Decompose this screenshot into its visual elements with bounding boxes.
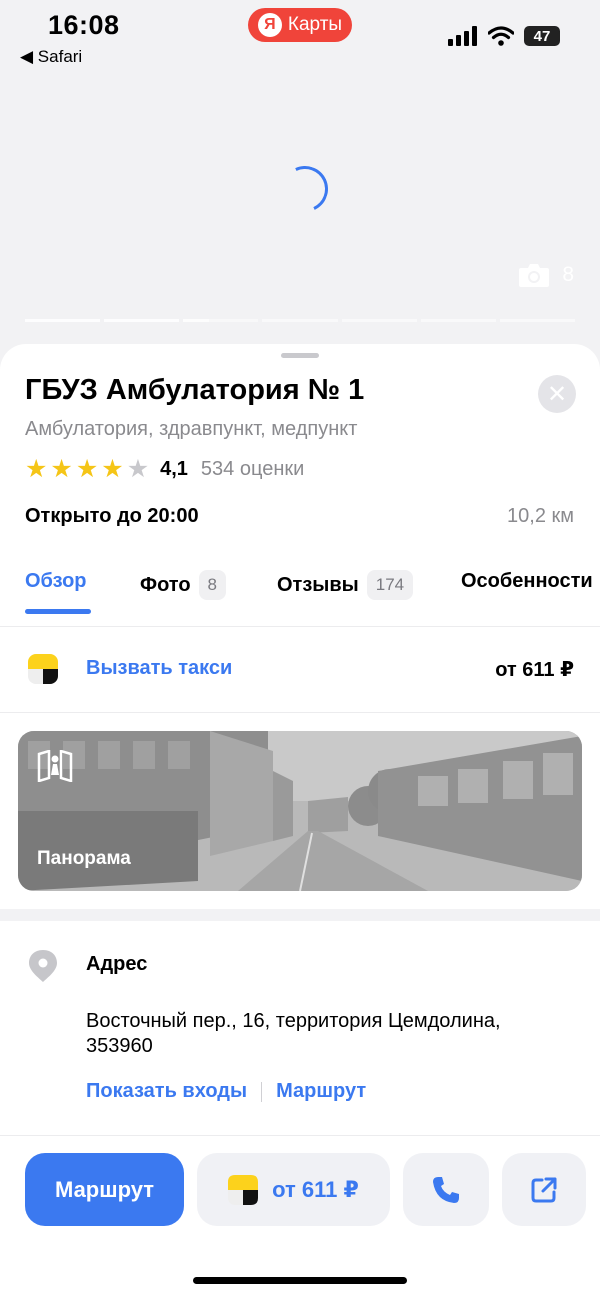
address-text[interactable]: Восточный пер., 16, территория Цемдолина… bbox=[86, 1009, 566, 1059]
rating-row[interactable]: ★ ★ ★ ★ ★ 4,1 534 оценки bbox=[25, 454, 304, 484]
progress-segment bbox=[183, 319, 259, 322]
tab-label: Особенности bbox=[461, 570, 593, 592]
address-heading: Адрес bbox=[86, 953, 148, 975]
panorama-label: Панорама bbox=[37, 848, 131, 869]
tab-label: Фото bbox=[140, 573, 191, 596]
yandex-logo-icon: Я bbox=[257, 13, 282, 37]
back-to-safari[interactable]: ◀ Safari bbox=[20, 47, 82, 67]
status-time: 16:08 bbox=[48, 10, 120, 40]
home-indicator[interactable] bbox=[193, 1277, 407, 1284]
taxi-button-price: от 611 ₽ bbox=[272, 1176, 359, 1202]
star-icon: ★ bbox=[50, 455, 73, 483]
app-indicator-pill[interactable]: Я Карты bbox=[248, 8, 352, 42]
close-button[interactable]: ✕ bbox=[538, 375, 576, 413]
opening-hours[interactable]: Открыто до 20:00 bbox=[25, 505, 199, 528]
gallery-progress bbox=[25, 319, 575, 322]
call-button[interactable] bbox=[403, 1153, 489, 1226]
status-icons: 47 bbox=[448, 26, 560, 46]
place-category: Амбулатория, здравпункт, медпункт bbox=[25, 418, 358, 440]
divider bbox=[0, 1135, 600, 1136]
divider bbox=[0, 712, 600, 713]
section-separator bbox=[0, 909, 600, 921]
share-icon bbox=[531, 1177, 557, 1202]
taxi-logo-icon bbox=[28, 654, 58, 684]
rating-value: 4,1 bbox=[160, 457, 188, 480]
wifi-icon bbox=[488, 26, 514, 46]
star-icon: ★ bbox=[25, 455, 48, 483]
location-pin-icon bbox=[27, 949, 59, 988]
star-icon: ★ bbox=[75, 455, 99, 483]
camera-icon bbox=[519, 264, 550, 287]
route-link[interactable]: Маршрут bbox=[276, 1080, 366, 1103]
tab-label: Отзывы bbox=[277, 573, 359, 596]
tab-badge: 8 bbox=[198, 570, 227, 600]
taxi-price: от 611 ₽ bbox=[495, 659, 574, 681]
progress-segment bbox=[420, 319, 496, 322]
app-name: Карты bbox=[287, 14, 343, 35]
star-icon: ★ bbox=[101, 455, 124, 483]
show-entrances-link[interactable]: Показать входы bbox=[86, 1080, 247, 1103]
address-links: Показать входы Маршрут bbox=[86, 1080, 366, 1103]
route-button[interactable]: Маршрут bbox=[25, 1153, 184, 1226]
progress-segment bbox=[104, 319, 180, 322]
divider bbox=[0, 626, 600, 627]
active-tab-indicator bbox=[25, 609, 91, 614]
place-title: ГБУЗ Амбулатория № 1 bbox=[25, 374, 365, 406]
close-icon: ✕ bbox=[546, 380, 568, 408]
panorama-icon bbox=[37, 749, 73, 787]
tab-reviews[interactable]: Отзывы 174 bbox=[277, 570, 414, 600]
progress-segment bbox=[499, 319, 575, 322]
battery-icon: 47 bbox=[524, 26, 560, 46]
photo-count-value: 8 bbox=[562, 263, 574, 286]
sheet-grabber[interactable] bbox=[281, 353, 319, 358]
tab-label: Обзор bbox=[25, 570, 87, 592]
progress-segment bbox=[25, 319, 101, 322]
progress-segment bbox=[341, 319, 417, 322]
tab-overview[interactable]: Обзор bbox=[25, 570, 87, 593]
tab-photos[interactable]: Фото 8 bbox=[140, 570, 227, 600]
progress-segment bbox=[262, 319, 338, 322]
rating-count: 534 оценки bbox=[200, 457, 305, 480]
call-taxi-link[interactable]: Вызвать такси bbox=[86, 657, 232, 680]
tab-features[interactable]: Особенности bbox=[461, 570, 593, 593]
taxi-button[interactable]: от 611 ₽ bbox=[197, 1153, 390, 1226]
tab-badge: 174 bbox=[366, 570, 414, 600]
signal-icon bbox=[448, 26, 477, 46]
photo-count[interactable]: 8 bbox=[518, 262, 574, 288]
link-separator bbox=[261, 1081, 263, 1102]
loading-spinner bbox=[275, 159, 335, 219]
share-button[interactable] bbox=[502, 1153, 586, 1226]
distance: 10,2 км bbox=[507, 505, 574, 527]
star-empty-icon: ★ bbox=[126, 455, 150, 483]
taxi-logo-icon bbox=[228, 1174, 259, 1205]
phone-icon bbox=[433, 1176, 459, 1203]
